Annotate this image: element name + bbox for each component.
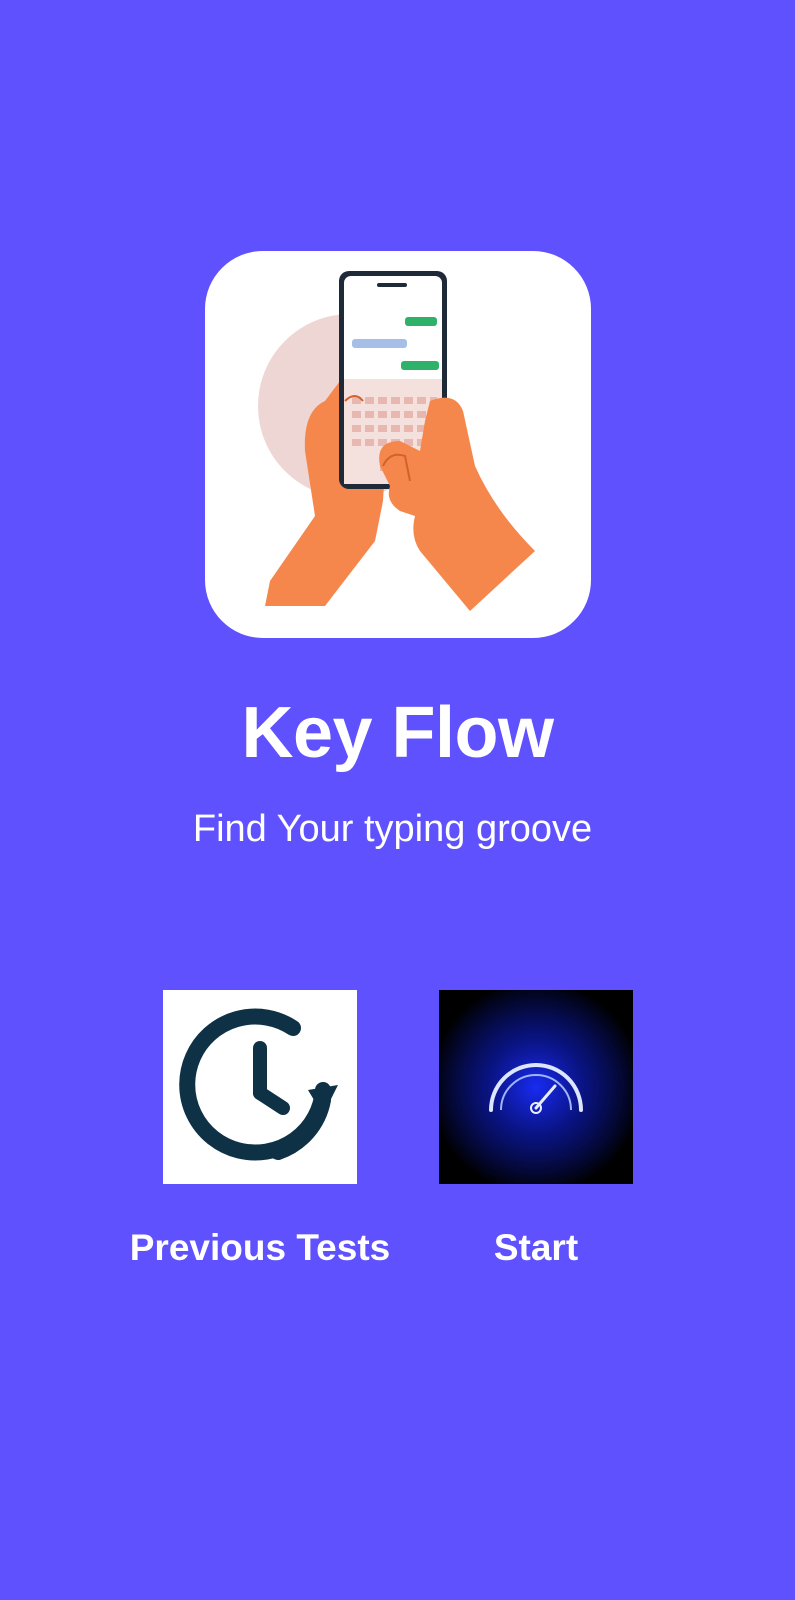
app-tagline: Find Your typing groove bbox=[192, 808, 593, 850]
app-title: Key Flow bbox=[241, 693, 554, 773]
history-clock-icon bbox=[179, 1008, 338, 1161]
start-label[interactable]: Start bbox=[436, 1225, 636, 1271]
previous-tests-label[interactable]: Previous Tests bbox=[110, 1225, 410, 1271]
start-button[interactable] bbox=[439, 990, 633, 1184]
hands-typing-phone-illustration bbox=[258, 271, 535, 611]
previous-tests-button[interactable] bbox=[163, 990, 357, 1184]
app-logo bbox=[205, 251, 591, 638]
speedometer-icon bbox=[439, 990, 633, 1184]
